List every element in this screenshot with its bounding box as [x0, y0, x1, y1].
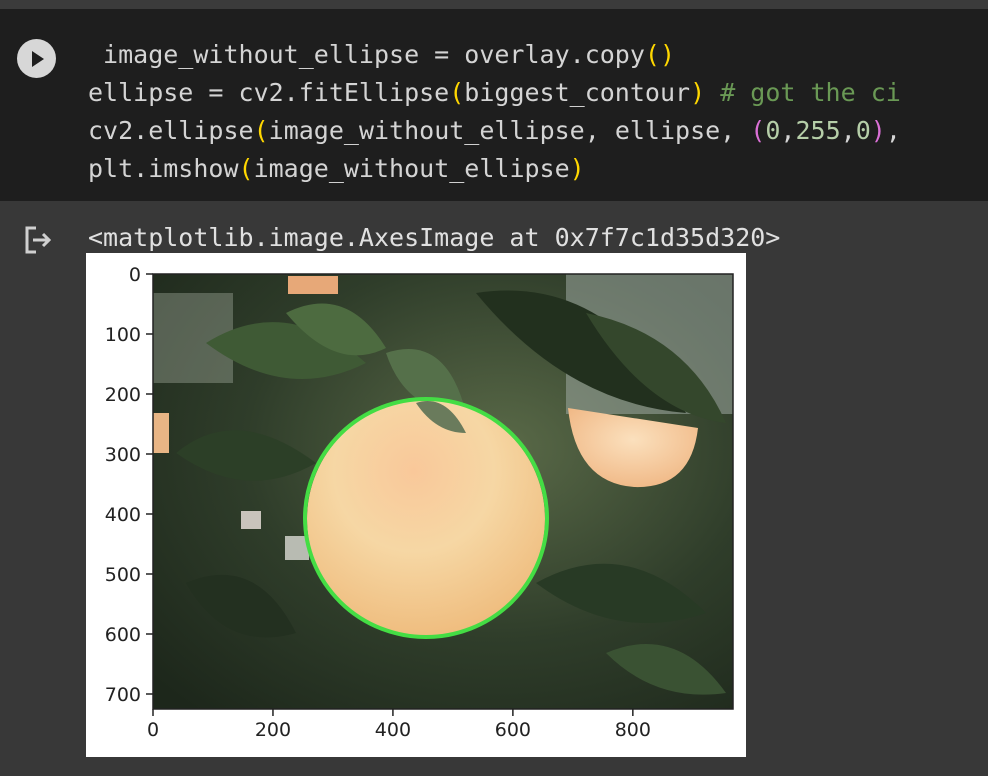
code-token: biggest_contour — [464, 78, 691, 107]
orange-tree-photo — [153, 274, 733, 709]
y-tick-label: 300 — [105, 444, 141, 466]
code-token: 255 — [795, 116, 841, 145]
x-tick-label: 400 — [375, 719, 411, 741]
code-token: ( — [253, 116, 269, 145]
matplotlib-figure: 0 200 400 600 800 0 100 200 300 400 500 600 700 — [86, 253, 746, 757]
x-axis: 0 200 400 600 800 — [147, 709, 651, 741]
code-token: ( — [238, 154, 254, 183]
code-token: plt.imshow — [88, 154, 239, 183]
y-tick-label: 400 — [105, 504, 141, 526]
code-line: image_without_ellipse = overlay.copy() — [88, 36, 901, 74]
x-tick-label: 800 — [615, 719, 651, 741]
cell-output: <matplotlib.image.AxesImage at 0x7f7c1d3… — [0, 201, 988, 776]
y-tick-label: 100 — [105, 324, 141, 346]
play-icon — [31, 50, 44, 67]
y-axis: 0 100 200 300 400 500 600 700 — [105, 264, 153, 706]
code-token: 0 — [765, 116, 781, 145]
code-token: 0 — [855, 116, 871, 145]
code-token: image_without_ellipse — [253, 154, 570, 183]
code-line: plt.imshow(image_without_ellipse) — [88, 150, 901, 188]
code-token: ( — [449, 78, 465, 107]
code-cell[interactable]: image_without_ellipse = overlay.copy() el… — [0, 9, 988, 201]
y-tick-label: 700 — [105, 684, 141, 706]
code-token: image_without_ellipse, ellipse, — [268, 116, 751, 145]
code-token: ) — [569, 154, 585, 183]
y-tick-label: 0 — [129, 264, 141, 286]
x-tick-label: 600 — [495, 719, 531, 741]
y-tick-label: 600 — [105, 624, 141, 646]
code-token: , — [780, 116, 796, 145]
x-tick-label: 200 — [255, 719, 291, 741]
image-plot: 0 200 400 600 800 0 100 200 300 400 500 600 700 — [105, 264, 734, 741]
code-token: , — [840, 116, 856, 145]
code-token: image_without_ellipse = overlay.copy — [88, 40, 645, 69]
output-repr-text: <matplotlib.image.AxesImage at 0x7f7c1d3… — [88, 223, 781, 252]
run-cell-button[interactable] — [17, 39, 56, 78]
code-token: ( — [750, 116, 766, 145]
code-token: # got the ci — [720, 78, 901, 107]
output-redirect-icon[interactable] — [22, 225, 56, 255]
code-token: ) — [690, 78, 706, 107]
code-token: cv2.ellipse — [88, 116, 254, 145]
y-tick-label: 500 — [105, 564, 141, 586]
code-token: () — [644, 40, 676, 69]
code-token: ) — [870, 116, 886, 145]
code-editor[interactable]: image_without_ellipse = overlay.copy() el… — [88, 36, 901, 188]
notebook-top-bar — [0, 0, 988, 9]
code-token: ellipse = cv2.fitEllipse — [88, 78, 450, 107]
code-line: ellipse = cv2.fitEllipse(biggest_contour… — [88, 74, 901, 112]
code-token: , — [885, 116, 901, 145]
y-tick-label: 200 — [105, 384, 141, 406]
x-tick-label: 0 — [147, 719, 159, 741]
code-line: cv2.ellipse(image_without_ellipse, ellip… — [88, 112, 901, 150]
